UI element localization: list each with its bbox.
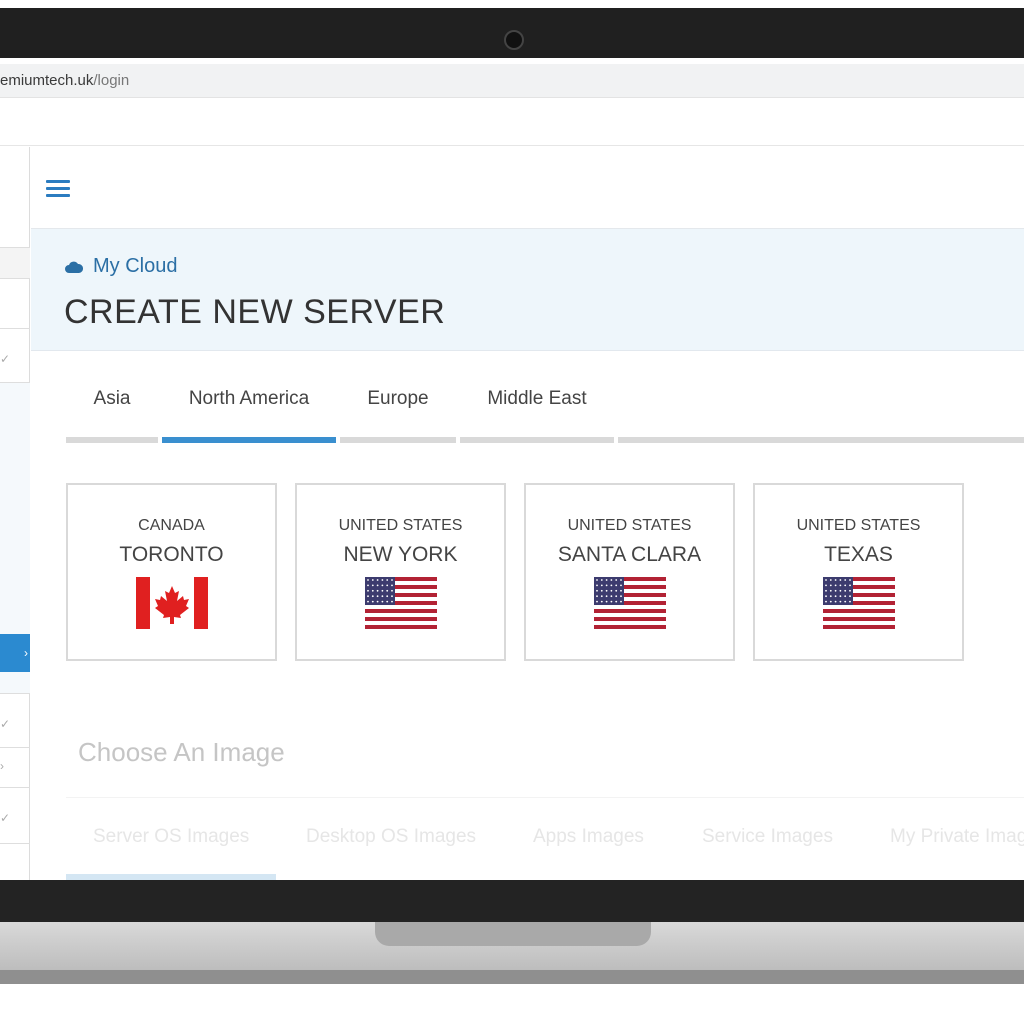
card-country: UNITED STATES	[567, 517, 692, 534]
tab-label: North America	[188, 388, 310, 409]
sidebar-divider	[0, 843, 30, 844]
tab-label: Europe	[367, 388, 429, 409]
chevron-right-icon: ›	[24, 646, 28, 660]
tab-underline	[618, 437, 1024, 443]
sidebar-divider	[0, 278, 30, 279]
breadcrumb-label: My Cloud	[93, 255, 178, 277]
card-city: TORONTO	[119, 543, 224, 566]
page-header: My Cloud CREATE NEW SERVER	[31, 229, 1024, 351]
tab-label: Asia	[93, 388, 131, 409]
sidebar-divider	[0, 747, 30, 748]
tab-server-os-images[interactable]: Server OS Images	[93, 826, 249, 848]
location-card-toronto[interactable]: CANADA TORONTO	[66, 483, 277, 661]
usa-flag-icon	[365, 577, 437, 629]
screen: emiumtech.uk/login ✓ › ✓ › ✓ My Cloud CR…	[0, 58, 1024, 880]
main-content: My Cloud CREATE NEW SERVER Asia North Am…	[31, 147, 1024, 880]
card-city: TEXAS	[824, 543, 893, 566]
tab-label: Middle East	[487, 388, 587, 409]
tab-filler	[618, 373, 1024, 443]
webcam-icon	[504, 30, 524, 50]
sidebar-divider	[0, 693, 30, 694]
cloud-icon	[65, 261, 83, 273]
laptop-bezel	[0, 880, 1024, 922]
usa-flag-icon	[594, 577, 666, 629]
card-city: SANTA CLARA	[557, 543, 702, 566]
check-icon: ✓	[0, 811, 11, 825]
breadcrumb[interactable]: My Cloud	[65, 255, 177, 278]
page-title: CREATE NEW SERVER	[64, 293, 446, 331]
sidebar-item[interactable]	[0, 248, 30, 278]
tab-underline	[340, 437, 456, 443]
tab-underline	[162, 437, 336, 443]
canada-flag-icon	[136, 577, 208, 629]
tab-underline	[66, 437, 158, 443]
card-country: UNITED STATES	[338, 517, 463, 534]
top-navbar	[31, 147, 1024, 229]
location-cards: CANADA TORONTO UNITED STATES NEW YORK UN…	[66, 483, 1024, 663]
chevron-right-icon: ›	[0, 759, 4, 773]
tab-service-images[interactable]: Service Images	[702, 826, 833, 848]
check-icon: ✓	[0, 717, 11, 731]
tab-europe[interactable]: Europe	[340, 373, 456, 443]
url-path: /login	[93, 72, 130, 89]
laptop-notch	[375, 922, 651, 946]
location-card-new-york[interactable]: UNITED STATES NEW YORK	[295, 483, 506, 661]
card-city: NEW YORK	[343, 543, 458, 566]
check-icon: ✓	[0, 352, 11, 366]
tab-apps-images[interactable]: Apps Images	[533, 826, 644, 848]
sidebar-item-active[interactable]: ›	[0, 634, 30, 672]
laptop-foot	[0, 970, 1024, 984]
tab-desktop-os-images[interactable]: Desktop OS Images	[306, 826, 476, 848]
location-card-texas[interactable]: UNITED STATES TEXAS	[753, 483, 964, 661]
card-country: CANADA	[138, 517, 205, 534]
tab-asia[interactable]: Asia	[66, 373, 158, 443]
address-bar[interactable]: emiumtech.uk/login	[0, 64, 1024, 98]
sidebar: ✓ › ✓ › ✓	[0, 147, 30, 880]
hamburger-menu-icon[interactable]	[46, 180, 70, 200]
location-card-santa-clara[interactable]: UNITED STATES SANTA CLARA	[524, 483, 735, 661]
tab-underline	[460, 437, 614, 443]
sidebar-divider	[0, 787, 30, 788]
tab-north-america[interactable]: North America	[162, 373, 336, 443]
tab-middle-east[interactable]: Middle East	[460, 373, 614, 443]
laptop-lid-top	[0, 8, 1024, 58]
url-text[interactable]: emiumtech.uk/login	[0, 72, 129, 89]
choose-image-title: Choose An Image	[78, 737, 285, 767]
region-tabs: Asia North America Europe Middle East	[66, 373, 1024, 443]
browser-toolbar-area	[0, 98, 1024, 146]
url-host: emiumtech.uk	[0, 72, 94, 89]
usa-flag-icon	[823, 577, 895, 629]
tab-my-private-images[interactable]: My Private Imag	[890, 826, 1024, 848]
sidebar-divider	[0, 328, 30, 329]
card-country: UNITED STATES	[796, 517, 921, 534]
image-tabs: Server OS Images Desktop OS Images Apps …	[66, 797, 1024, 880]
